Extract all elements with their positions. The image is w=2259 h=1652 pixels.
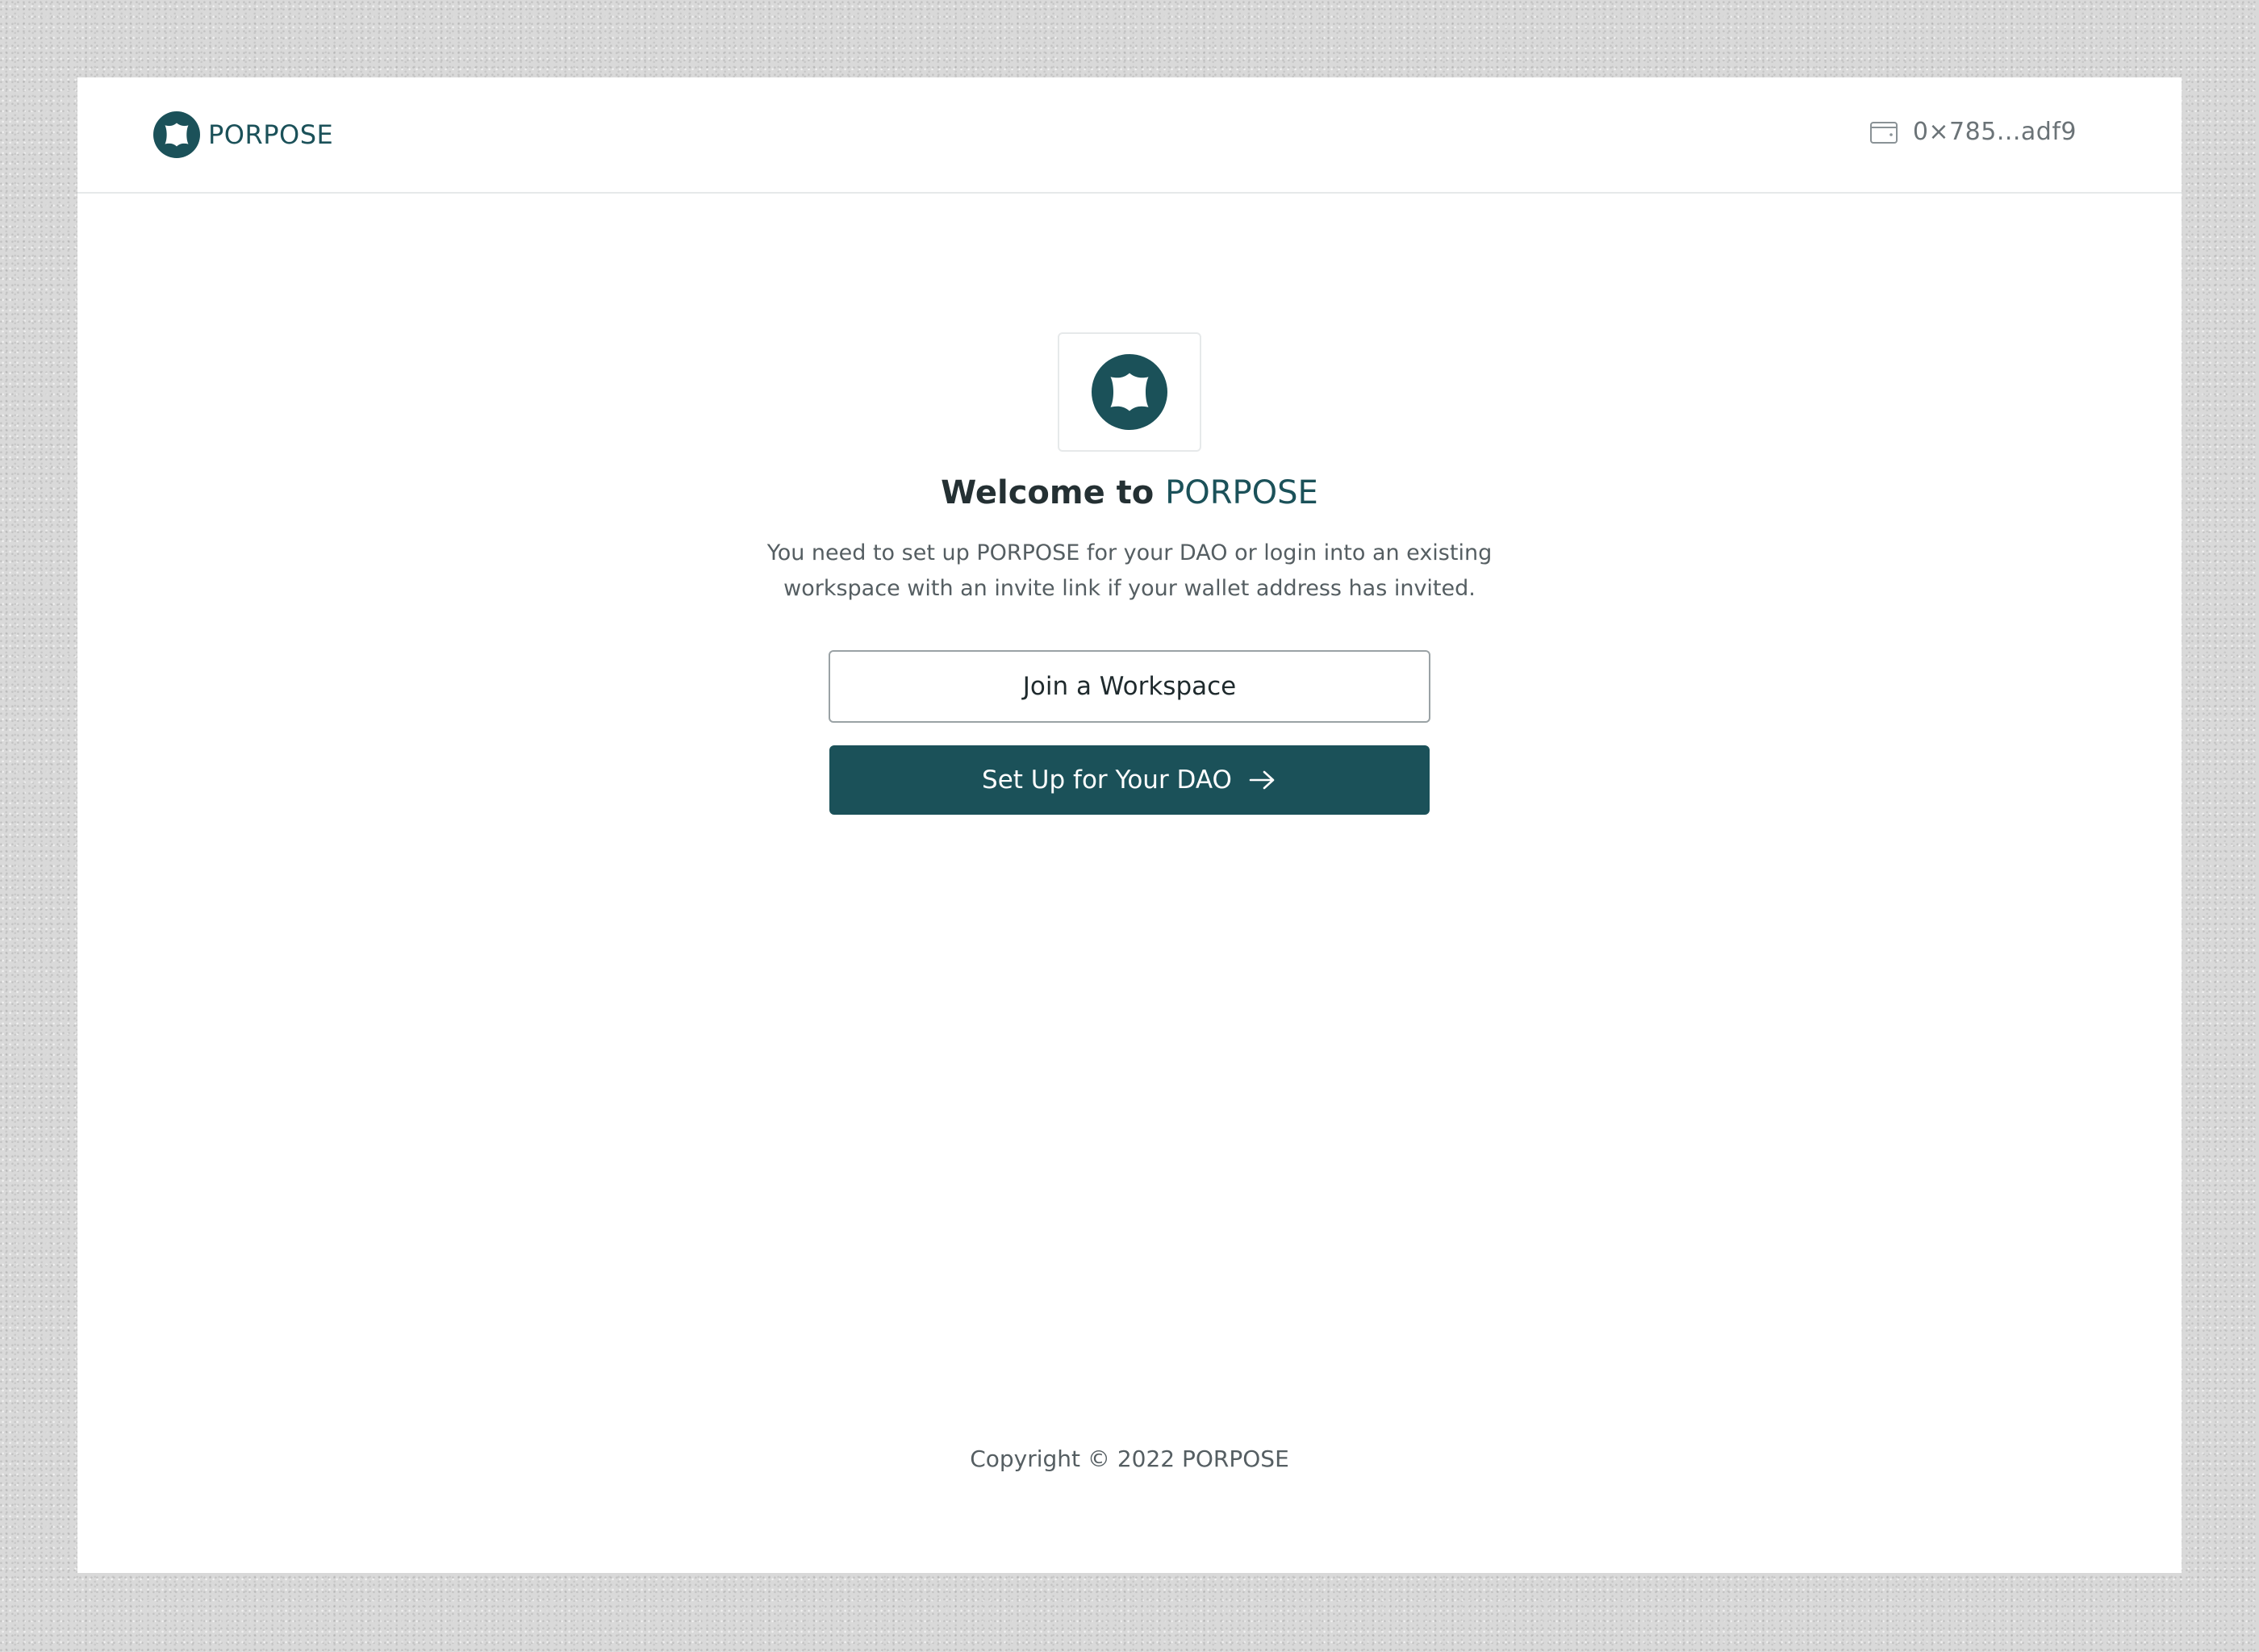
- porpose-logo-icon: [153, 111, 200, 158]
- brand-name: PORPOSE: [208, 119, 334, 150]
- welcome-description: You need to set up PORPOSE for your DAO …: [766, 540, 1493, 601]
- arrow-right-icon: [1249, 770, 1275, 790]
- page-title: Welcome to PORPOSE: [941, 474, 1318, 511]
- welcome-brand: PORPOSE: [1165, 474, 1318, 511]
- welcome-prefix: Welcome to: [941, 474, 1166, 511]
- setup-dao-label: Set Up for Your DAO: [982, 766, 1232, 795]
- app-window: PORPOSE 0×785...adf9 Welcome to PORPOSE …: [77, 77, 2182, 1573]
- top-bar: PORPOSE 0×785...adf9: [77, 77, 2182, 194]
- setup-dao-button[interactable]: Set Up for Your DAO: [829, 745, 1430, 815]
- welcome-panel: Welcome to PORPOSE You need to set up PO…: [77, 332, 2182, 815]
- wallet-address: 0×785...adf9: [1912, 118, 2077, 146]
- footer-copyright: Copyright © 2022 PORPOSE: [970, 1446, 1289, 1472]
- wallet-button[interactable]: 0×785...adf9: [1869, 118, 2077, 146]
- join-workspace-button[interactable]: Join a Workspace: [829, 650, 1430, 723]
- hero-logo-tile: [1058, 332, 1201, 452]
- porpose-logo-icon: [1092, 354, 1167, 430]
- join-workspace-label: Join a Workspace: [1022, 672, 1237, 701]
- wallet-icon: [1869, 121, 1898, 144]
- brand[interactable]: PORPOSE: [153, 111, 333, 158]
